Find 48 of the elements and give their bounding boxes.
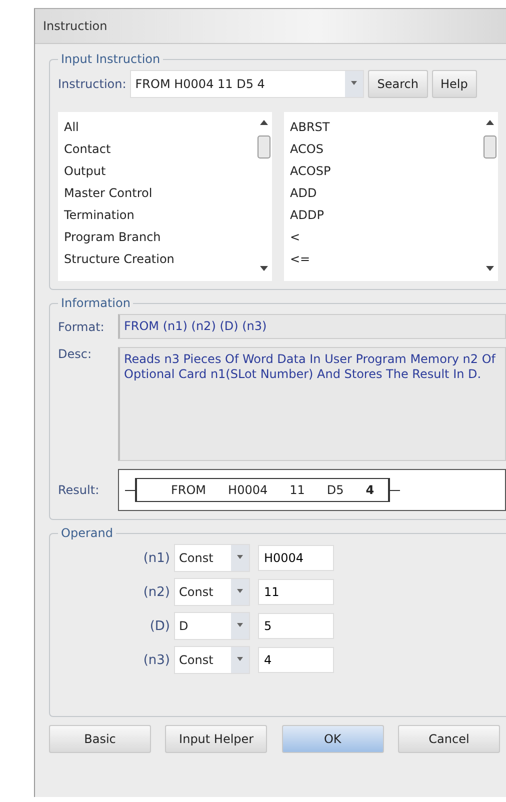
instruction-label: Instruction: [58,77,126,91]
instruction-token: H0004 [228,483,268,497]
list-item[interactable]: Contact [64,138,256,160]
instruction-combo[interactable]: FROM H0004 11 D5 4 [130,70,364,98]
operand-label: (n1) [142,550,170,566]
instruction-token: FROM [171,483,206,497]
dialog-button[interactable]: Basic [49,725,151,753]
operand-type-combo[interactable]: Const [174,544,250,572]
list-item[interactable]: Termination [64,204,256,226]
result-label: Result: [58,483,100,497]
instruction-token: 4 [366,483,374,497]
dialog-button[interactable]: Input Helper [165,725,268,753]
list-item[interactable]: < [290,226,482,248]
operand-type-combo[interactable]: Const [174,578,250,606]
group-legend: Input Instruction [58,52,164,66]
operand-label: (n2) [142,584,170,600]
instruction-token: D5 [326,483,344,497]
help-button[interactable]: Help [432,70,477,98]
operand-type-combo[interactable]: Const [174,646,250,674]
list-item[interactable]: All [64,116,256,138]
dialog-button[interactable]: Cancel [398,725,500,753]
window-title: Instruction [43,19,108,33]
list-item[interactable]: ACOSP [290,160,482,182]
operand-value-field[interactable]: H0004 [258,545,334,571]
operand-value-field[interactable]: 11 [258,579,334,605]
desc-label: Desc: [58,347,93,361]
list-item[interactable]: Program Branch [64,226,256,248]
operand-type-combo[interactable]: D [174,612,250,640]
dialog-button[interactable]: OK [282,725,384,753]
list-item[interactable]: Output [64,160,256,182]
operand-value-field[interactable]: 5 [258,613,334,639]
list-item[interactable]: ADD [290,182,482,204]
list-item[interactable]: ACOS [290,138,482,160]
format-field: FROM (n1) (n2) (D) (n3) [118,314,506,339]
group-legend: Operand [58,526,116,540]
list-item[interactable]: <= [290,248,482,270]
description-text: Reads n3 Pieces Of Word Data In User Program Memory n2 Of Optional Card n1(SLot Number) And Stores The Result In D. [118,347,506,461]
operand-label: (n3) [142,652,170,668]
list-item[interactable]: ABRST [290,116,482,138]
list-item[interactable]: Structure Creation [64,248,256,270]
operand-label: (D) [148,618,170,634]
group-legend: Information [58,296,134,310]
search-button[interactable]: Search [368,70,428,98]
list-item[interactable]: ADDP [290,204,482,226]
list-item[interactable]: Master Control [64,182,256,204]
instruction-token: 11 [290,483,305,497]
operand-value-field[interactable]: 4 [258,647,334,673]
format-label: Format: [58,320,106,334]
